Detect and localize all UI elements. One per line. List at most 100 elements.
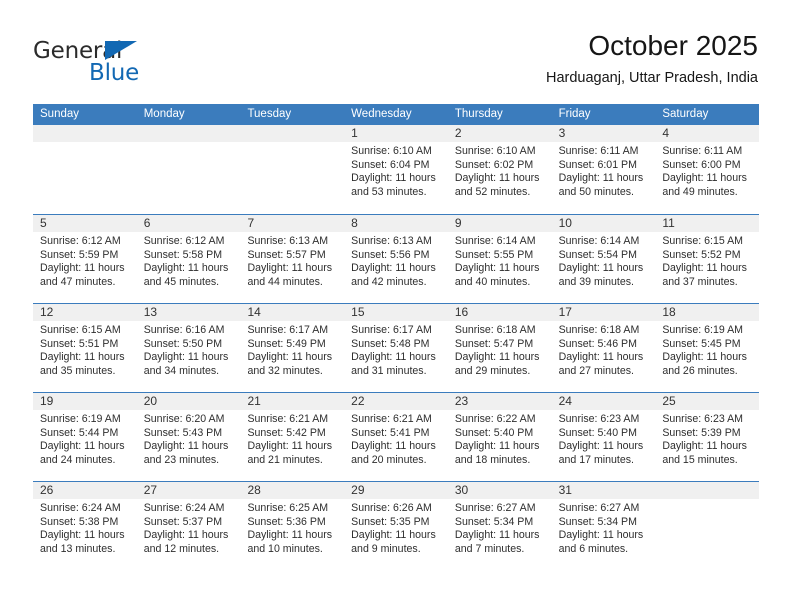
calendar-day-cell[interactable]: 9 Sunrise: 6:14 AM Sunset: 5:55 PM Daylight… [447, 215, 552, 303]
day-sun-info: Sunrise: 6:21 AM Sunset: 5:42 PM Daylight:… [240, 410, 344, 467]
day-number: 2 [447, 125, 552, 142]
calendar-day-cell[interactable]: 1 Sunrise: 6:10 AM Sunset: 6:04 PM Daylight… [344, 125, 448, 214]
general-blue-logo[interactable]: General Blue [33, 38, 233, 96]
day-number: 27 [136, 482, 241, 499]
sunset-text: Sunset: 5:58 PM [143, 248, 223, 261]
daylight-text-line1: Daylight: 11 hours [662, 440, 747, 453]
calendar-day-cell[interactable]: 16 Sunrise: 6:18 AM Sunset: 5:47 PM Dayligh… [447, 304, 552, 392]
sunset-text: Sunset: 5:50 PM [143, 337, 223, 350]
sunset-text: Sunset: 6:01 PM [558, 158, 637, 171]
day-sun-info: Sunrise: 6:25 AM Sunset: 5:36 PM Daylight:… [240, 499, 344, 556]
day-number: 25 [655, 393, 760, 410]
day-sun-info: Sunrise: 6:10 AM Sunset: 6:04 PM Daylight:… [344, 142, 448, 199]
calendar-day-cell[interactable]: 12 Sunrise: 6:15 AM Sunset: 5:51 PM Dayligh… [33, 304, 137, 392]
calendar-day-cell[interactable]: 2 Sunrise: 6:10 AM Sunset: 6:02 PM Daylight… [447, 125, 552, 214]
calendar-day-cell[interactable]: 15 Sunrise: 6:17 AM Sunset: 5:48 PM Dayligh… [344, 304, 448, 392]
calendar-day-cell[interactable]: 28 Sunrise: 6:25 AM Sunset: 5:36 PM Dayligh… [240, 482, 345, 570]
sunset-text: Sunset: 5:51 PM [40, 337, 119, 350]
calendar-day-cell[interactable]: 4 Sunrise: 6:11 AM Sunset: 6:00 PM Daylight… [655, 125, 760, 214]
sunrise-text: Sunrise: 6:19 AM [662, 324, 743, 336]
calendar-week-row: 19 Sunrise: 6:19 AM Sunset: 5:44 PM Dayligh… [33, 392, 760, 481]
daylight-text-line2: and 37 minutes. [662, 275, 738, 288]
daylight-text-line2: and 26 minutes. [662, 364, 738, 377]
daylight-text-line2: and 20 minutes. [351, 453, 427, 466]
day-number: 12 [33, 304, 137, 321]
daylight-text-line1: Daylight: 11 hours [662, 262, 747, 275]
day-sun-info: Sunrise: 6:11 AM Sunset: 6:00 PM Daylight:… [655, 142, 759, 199]
daylight-text-line2: and 6 minutes. [558, 542, 629, 555]
calendar-day-cell[interactable]: 11 Sunrise: 6:15 AM Sunset: 5:52 PM Dayligh… [655, 215, 760, 303]
sunrise-text: Sunrise: 6:17 AM [351, 324, 432, 336]
daylight-text-line1: Daylight: 11 hours [351, 529, 436, 542]
day-sun-info: Sunrise: 6:27 AM Sunset: 5:34 PM Daylight:… [552, 499, 656, 556]
day-number [33, 125, 137, 142]
sunrise-text: Sunrise: 6:22 AM [454, 413, 536, 425]
daylight-text-line1: Daylight: 11 hours [143, 529, 229, 542]
daylight-text-line2: and 39 minutes. [558, 275, 634, 288]
daylight-text-line1: Daylight: 11 hours [454, 262, 540, 275]
calendar-day-cell[interactable]: 26 Sunrise: 6:24 AM Sunset: 5:38 PM Dayligh… [33, 482, 137, 570]
daylight-text-line1: Daylight: 11 hours [454, 529, 540, 542]
calendar-day-cell[interactable]: 29 Sunrise: 6:26 AM Sunset: 5:35 PM Dayligh… [344, 482, 448, 570]
calendar-day-cell[interactable]: 18 Sunrise: 6:19 AM Sunset: 5:45 PM Dayligh… [655, 304, 760, 392]
calendar-day-cell[interactable]: 8 Sunrise: 6:13 AM Sunset: 5:56 PM Daylight… [344, 215, 448, 303]
sunset-text: Sunset: 5:37 PM [143, 515, 223, 528]
day-number: 6 [136, 215, 241, 232]
daylight-text-line1: Daylight: 11 hours [247, 351, 333, 364]
calendar-day-cell[interactable]: 20 Sunrise: 6:20 AM Sunset: 5:43 PM Dayligh… [136, 393, 241, 481]
calendar-day-cell[interactable]: 25 Sunrise: 6:23 AM Sunset: 5:39 PM Dayligh… [655, 393, 760, 481]
sunrise-text: Sunrise: 6:10 AM [351, 145, 432, 157]
calendar-day-cell[interactable]: 22 Sunrise: 6:21 AM Sunset: 5:41 PM Dayligh… [344, 393, 448, 481]
weekday-thursday: Thursday [454, 108, 503, 120]
calendar-day-cell[interactable]: 14 Sunrise: 6:17 AM Sunset: 5:49 PM Dayligh… [240, 304, 345, 392]
calendar-day-cell[interactable]: 6 Sunrise: 6:12 AM Sunset: 5:58 PM Daylight… [136, 215, 241, 303]
calendar-day-cell[interactable]: 10 Sunrise: 6:14 AM Sunset: 5:54 PM Dayligh… [551, 215, 656, 303]
sunset-text: Sunset: 5:36 PM [247, 515, 326, 528]
sunrise-text: Sunrise: 6:13 AM [351, 235, 432, 247]
sunset-text: Sunset: 5:41 PM [351, 426, 430, 439]
daylight-text-line2: and 49 minutes. [662, 185, 738, 198]
day-sun-info: Sunrise: 6:24 AM Sunset: 5:37 PM Daylight:… [137, 499, 241, 556]
daylight-text-line1: Daylight: 11 hours [351, 172, 436, 185]
day-sun-info: Sunrise: 6:21 AM Sunset: 5:41 PM Daylight:… [344, 410, 448, 467]
day-sun-info: Sunrise: 6:22 AM Sunset: 5:40 PM Daylight:… [448, 410, 552, 467]
logo-text-blue: Blue [89, 60, 140, 86]
daylight-text-line1: Daylight: 11 hours [247, 262, 333, 275]
calendar-day-cell[interactable]: 17 Sunrise: 6:18 AM Sunset: 5:46 PM Dayligh… [551, 304, 656, 392]
calendar-day-cell[interactable]: 7 Sunrise: 6:13 AM Sunset: 5:57 PM Daylight… [240, 215, 345, 303]
sunset-text: Sunset: 5:34 PM [558, 515, 637, 528]
day-number: 15 [344, 304, 448, 321]
logo-triangle-icon [105, 41, 137, 60]
calendar-day-cell[interactable]: 3 Sunrise: 6:11 AM Sunset: 6:01 PM Daylight… [551, 125, 656, 214]
daylight-text-line2: and 15 minutes. [662, 453, 738, 466]
day-sun-info: Sunrise: 6:18 AM Sunset: 5:47 PM Daylight:… [448, 321, 552, 378]
calendar-day-cell[interactable]: 31 Sunrise: 6:27 AM Sunset: 5:34 PM Dayligh… [551, 482, 656, 570]
day-sun-info: Sunrise: 6:19 AM Sunset: 5:44 PM Daylight:… [33, 410, 137, 467]
calendar-day-cell[interactable]: 5 Sunrise: 6:12 AM Sunset: 5:59 PM Daylight… [33, 215, 137, 303]
sunrise-text: Sunrise: 6:24 AM [143, 502, 225, 514]
sunrise-text: Sunrise: 6:18 AM [454, 324, 536, 336]
day-sun-info: Sunrise: 6:15 AM Sunset: 5:52 PM Daylight:… [655, 232, 759, 289]
daylight-text-line1: Daylight: 11 hours [40, 529, 125, 542]
calendar-day-cell[interactable]: 13 Sunrise: 6:16 AM Sunset: 5:50 PM Dayligh… [136, 304, 241, 392]
calendar-day-cell[interactable]: 23 Sunrise: 6:22 AM Sunset: 5:40 PM Dayligh… [447, 393, 552, 481]
sunset-text: Sunset: 6:02 PM [454, 158, 534, 171]
day-sun-info: Sunrise: 6:17 AM Sunset: 5:49 PM Daylight:… [240, 321, 344, 378]
calendar-day-cell-empty [655, 482, 760, 570]
calendar-day-cell[interactable]: 21 Sunrise: 6:21 AM Sunset: 5:42 PM Dayligh… [240, 393, 345, 481]
sunset-text: Sunset: 5:46 PM [558, 337, 637, 350]
sunset-text: Sunset: 5:44 PM [40, 426, 119, 439]
day-sun-info: Sunrise: 6:15 AM Sunset: 5:51 PM Daylight:… [33, 321, 137, 378]
day-number: 28 [240, 482, 345, 499]
day-number: 24 [551, 393, 656, 410]
calendar-day-cell[interactable]: 30 Sunrise: 6:27 AM Sunset: 5:34 PM Dayligh… [447, 482, 552, 570]
weekday-friday: Friday [558, 108, 591, 120]
calendar-day-cell[interactable]: 27 Sunrise: 6:24 AM Sunset: 5:37 PM Dayligh… [136, 482, 241, 570]
daylight-text-line2: and 24 minutes. [40, 453, 116, 466]
day-number: 23 [447, 393, 552, 410]
calendar-day-cell[interactable]: 19 Sunrise: 6:19 AM Sunset: 5:44 PM Dayligh… [33, 393, 137, 481]
day-number: 9 [447, 215, 552, 232]
daylight-text-line2: and 12 minutes. [143, 542, 220, 555]
day-number [240, 125, 345, 142]
calendar-day-cell[interactable]: 24 Sunrise: 6:23 AM Sunset: 5:40 PM Dayligh… [551, 393, 656, 481]
